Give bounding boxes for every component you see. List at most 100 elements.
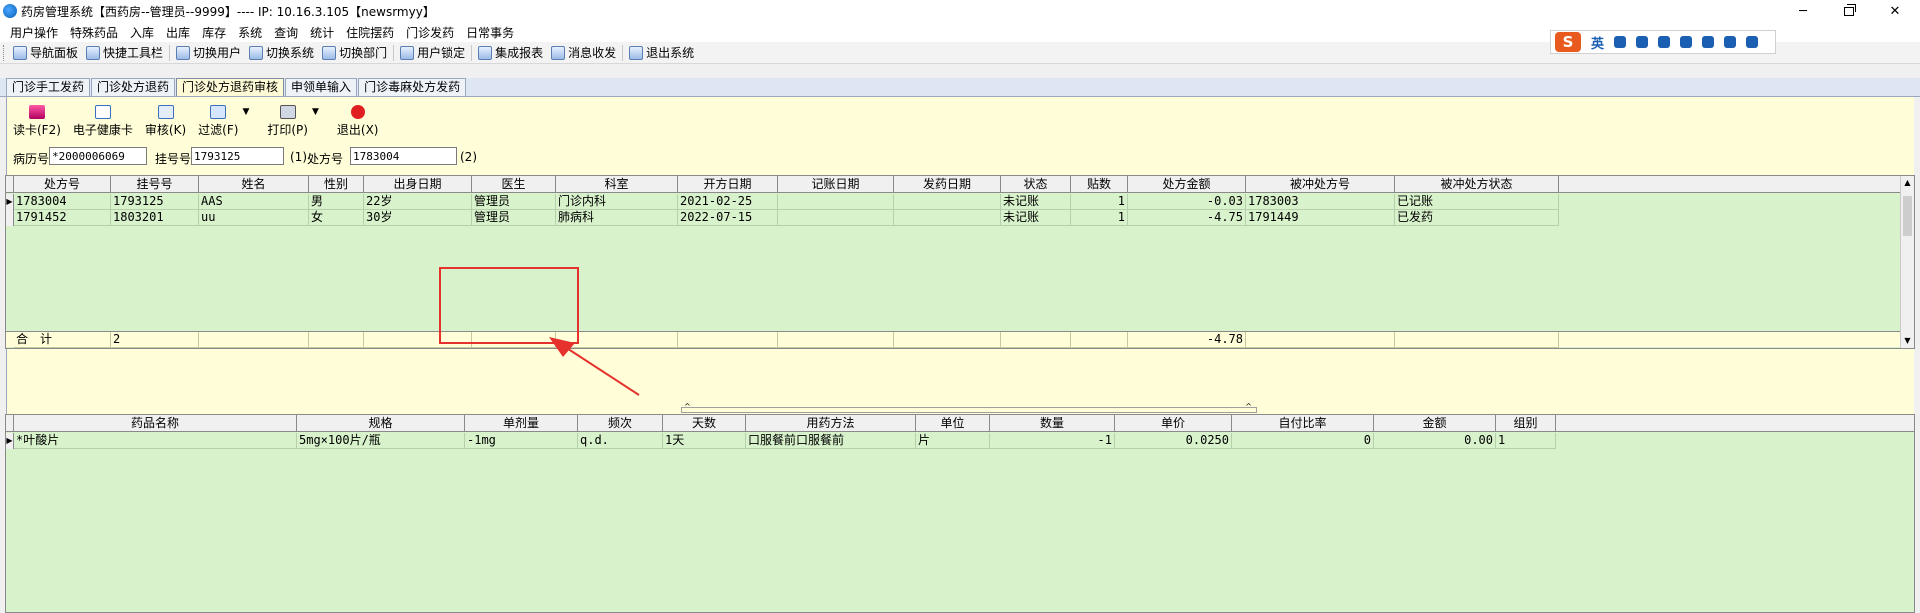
col-unit[interactable]: 单位 xyxy=(916,415,990,432)
switch-system-button[interactable]: 切换系统 xyxy=(245,44,318,61)
cell-self-pay-ratio: 0 xyxy=(1232,433,1374,449)
minimize-button[interactable]: ─ xyxy=(1780,0,1826,22)
switch-dept-icon xyxy=(322,45,337,60)
menu-system[interactable]: 系统 xyxy=(232,24,268,41)
col-status[interactable]: 状态 xyxy=(1001,176,1071,193)
cell-offset-rx-status: 已记账 xyxy=(1395,194,1559,210)
cell-usage: 口服餐前口服餐前 xyxy=(746,433,916,449)
col-offset-rx-status[interactable]: 被冲处方状态 xyxy=(1395,176,1559,193)
col-doses[interactable]: 贴数 xyxy=(1071,176,1128,193)
emoji-icon[interactable] xyxy=(1636,36,1649,48)
maximize-button[interactable] xyxy=(1826,0,1872,22)
col-usage[interactable]: 用药方法 xyxy=(746,415,916,432)
user-lock-button[interactable]: 用户锁定 xyxy=(396,44,469,61)
exit-button[interactable]: 退出(X) xyxy=(331,105,385,138)
switch-dept-button[interactable]: 切换部门 xyxy=(318,44,391,61)
summary-amount: -4.78 xyxy=(1128,332,1246,348)
ime-logo[interactable]: S xyxy=(1555,32,1581,52)
menu-user-ops[interactable]: 用户操作 xyxy=(4,24,64,41)
microphone-icon[interactable] xyxy=(1658,36,1671,48)
audit-button[interactable]: 审核(K) xyxy=(139,105,192,138)
col-billing-date[interactable]: 记账日期 xyxy=(778,176,894,193)
summary-cell xyxy=(199,332,309,348)
menu-query[interactable]: 查询 xyxy=(268,24,304,41)
print-dropdown-icon[interactable]: ▼ xyxy=(312,105,319,117)
tab-manual-dispense[interactable]: 门诊手工发药 xyxy=(6,78,91,96)
close-button[interactable]: ✕ xyxy=(1872,0,1918,22)
menu-special-drugs[interactable]: 特殊药品 xyxy=(64,24,124,41)
col-drug-name[interactable]: 药品名称 xyxy=(14,415,297,432)
col-rx-amount[interactable]: 处方金额 xyxy=(1128,176,1246,193)
summary-count: 2 xyxy=(111,332,199,348)
panel-splitter[interactable] xyxy=(681,402,1257,413)
prescription-grid-scrollbar[interactable]: ▲ ▼ xyxy=(1900,176,1914,348)
exit-system-label: 退出系统 xyxy=(646,46,695,60)
col-offset-rx-no[interactable]: 被冲处方号 xyxy=(1246,176,1395,193)
quick-toolbar-button[interactable]: 快捷工具栏 xyxy=(82,44,167,61)
user-icon[interactable] xyxy=(1702,36,1715,48)
col-self-pay-ratio[interactable]: 自付比率 xyxy=(1232,415,1374,432)
filter-button[interactable]: 过滤(F) xyxy=(192,105,244,138)
cell-rx-no: 1791452 xyxy=(14,210,111,226)
messages-button[interactable]: 消息收发 xyxy=(547,44,620,61)
table-row[interactable]: 1791452 1803201 uu 女 30岁 管理员 肺病科 2022-07… xyxy=(6,210,1914,226)
menu-statistics[interactable]: 统计 xyxy=(304,24,340,41)
skin-icon[interactable] xyxy=(1724,36,1737,48)
print-button[interactable]: 打印(P) xyxy=(261,105,314,138)
menu-inventory[interactable]: 库存 xyxy=(196,24,232,41)
table-row[interactable]: ▶ 1783004 1793125 AAS 男 22岁 管理员 门诊内科 202… xyxy=(6,194,1914,210)
nav-panel-button[interactable]: 导航面板 xyxy=(9,44,82,61)
tab-narcotic-dispense[interactable]: 门诊毒麻处方发药 xyxy=(358,78,467,96)
menu-stock-out[interactable]: 出库 xyxy=(160,24,196,41)
reports-button[interactable]: 集成报表 xyxy=(474,44,547,61)
registration-no-input[interactable] xyxy=(191,147,284,165)
punctuation-icon[interactable] xyxy=(1614,36,1627,48)
read-card-button[interactable]: 读卡(F2) xyxy=(7,105,67,138)
filter-dropdown-icon[interactable]: ▼ xyxy=(242,105,249,117)
health-card-label: 电子健康卡 xyxy=(72,123,133,137)
tab-rx-return[interactable]: 门诊处方退药 xyxy=(91,78,176,96)
scroll-up-icon[interactable]: ▲ xyxy=(1901,176,1914,190)
col-doctor[interactable]: 医生 xyxy=(472,176,556,193)
col-days[interactable]: 天数 xyxy=(663,415,746,432)
scroll-thumb[interactable] xyxy=(1903,196,1912,236)
ime-toolbar: S 英 xyxy=(1550,30,1776,54)
col-department[interactable]: 科室 xyxy=(556,176,678,193)
rx-no-input[interactable] xyxy=(350,147,457,165)
col-dispense-date[interactable]: 发药日期 xyxy=(894,176,1001,193)
switch-user-button[interactable]: 切换用户 xyxy=(172,44,245,61)
col-birth-date[interactable]: 出身日期 xyxy=(364,176,472,193)
col-unit-price[interactable]: 单价 xyxy=(1115,415,1232,432)
keyboard-icon[interactable] xyxy=(1680,36,1693,48)
registration-no-label: 挂号号 xyxy=(155,152,192,166)
col-reg-no[interactable]: 挂号号 xyxy=(111,176,199,193)
menu-stock-in[interactable]: 入库 xyxy=(124,24,160,41)
col-name[interactable]: 姓名 xyxy=(199,176,309,193)
col-rx-date[interactable]: 开方日期 xyxy=(678,176,778,193)
tab-rx-return-audit[interactable]: 门诊处方退药审核 xyxy=(176,78,285,96)
user-lock-label: 用户锁定 xyxy=(417,46,466,60)
ime-language-toggle[interactable]: 英 xyxy=(1591,33,1604,52)
col-spec[interactable]: 规格 xyxy=(297,415,465,432)
col-amount[interactable]: 金额 xyxy=(1374,415,1496,432)
health-card-button[interactable]: 电子健康卡 xyxy=(67,105,139,138)
grid-icon[interactable] xyxy=(1746,36,1759,48)
audit-icon xyxy=(157,105,174,119)
menu-inpatient-dispense[interactable]: 住院摆药 xyxy=(340,24,400,41)
table-row[interactable]: ▶ *叶酸片 5mg×100片/瓶 -1mg q.d. 1天 口服餐前口服餐前 … xyxy=(6,433,1914,449)
record-no-input[interactable] xyxy=(49,147,147,165)
col-group[interactable]: 组别 xyxy=(1496,415,1556,432)
col-quantity[interactable]: 数量 xyxy=(990,415,1115,432)
col-sex[interactable]: 性别 xyxy=(309,176,364,193)
toolbar-grip[interactable] xyxy=(3,44,6,61)
col-rx-no[interactable]: 处方号 xyxy=(14,176,111,193)
tab-requisition-entry[interactable]: 申领单输入 xyxy=(285,78,358,96)
header-indicator xyxy=(6,176,14,193)
menu-outpatient-dispense[interactable]: 门诊发药 xyxy=(400,24,460,41)
col-frequency[interactable]: 频次 xyxy=(578,415,663,432)
menu-daily-affairs[interactable]: 日常事务 xyxy=(460,24,520,41)
exit-system-button[interactable]: 退出系统 xyxy=(625,44,698,61)
scroll-down-icon[interactable]: ▼ xyxy=(1901,334,1914,348)
separator xyxy=(622,44,624,61)
col-unit-dose[interactable]: 单剂量 xyxy=(465,415,578,432)
